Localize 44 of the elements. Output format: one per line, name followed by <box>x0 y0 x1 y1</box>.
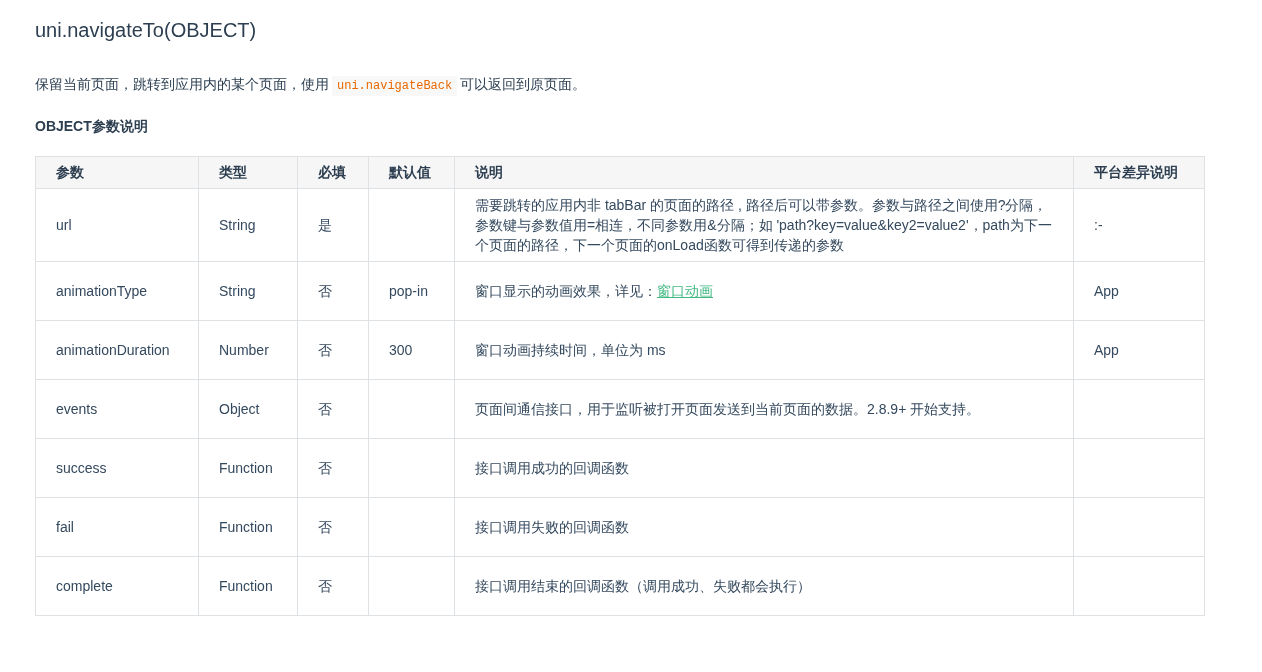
table-cell: 需要跳转的应用内非 tabBar 的页面的路径 , 路径后可以带参数。参数与路径之间使用?分隔，参数键与参数值用=相连，不同参数用&分隔；如 'path?key=value&key2=value2'，path为下一个页面的路径，下一个页面的onLoad函数可得到传递的参数 <box>454 188 1074 262</box>
table-cell: App <box>1073 261 1205 321</box>
table-cell: animationDuration <box>35 320 199 380</box>
table-cell: String <box>198 261 298 321</box>
table-cell: 300 <box>368 320 455 380</box>
table-cell: success <box>35 438 199 498</box>
intro-text: 保留当前页面，跳转到应用内的某个页面，使用 uni.navigateBack 可以返回到原页面。 <box>35 72 1205 98</box>
table-cell: 页面间通信接口，用于监听被打开页面发送到当前页面的数据。2.8.9+ 开始支持。 <box>454 379 1074 439</box>
table-cell: Object <box>198 379 298 439</box>
column-header: 必填 <box>297 156 369 189</box>
table-cell: App <box>1073 320 1205 380</box>
table-cell: String <box>198 188 298 262</box>
column-header: 说明 <box>454 156 1074 189</box>
table-cell: :- <box>1073 188 1205 262</box>
table-cell: Function <box>198 556 298 616</box>
table-cell: 是 <box>297 188 369 262</box>
table-cell: url <box>35 188 199 262</box>
table-cell: complete <box>35 556 199 616</box>
table-cell: 否 <box>297 556 369 616</box>
table-cell: 否 <box>297 261 369 321</box>
table-cell: 接口调用成功的回调函数 <box>454 438 1074 498</box>
table-cell: 接口调用结束的回调函数（调用成功、失败都会执行） <box>454 556 1074 616</box>
table-cell: 否 <box>297 379 369 439</box>
table-cell: 否 <box>297 497 369 557</box>
table-cell: 窗口动画持续时间，单位为 ms <box>454 320 1074 380</box>
code-snippet: uni.navigateBack <box>332 76 458 96</box>
column-header: 默认值 <box>368 156 455 189</box>
column-header: 参数 <box>35 156 199 189</box>
page-title: uni.navigateTo(OBJECT) <box>35 18 258 43</box>
column-header: 类型 <box>198 156 298 189</box>
table-cell: fail <box>35 497 199 557</box>
link[interactable]: 窗口动画 <box>657 283 713 299</box>
table-cell: animationType <box>35 261 199 321</box>
table-cell: events <box>35 379 199 439</box>
table-cell: 窗口显示的动画效果，详见：窗口动画 <box>475 283 713 299</box>
table-cell: Number <box>198 320 298 380</box>
table-cell: 否 <box>297 438 369 498</box>
table-cell: Function <box>198 438 298 498</box>
table-cell: 否 <box>297 320 369 380</box>
section-heading: OBJECT参数说明 <box>35 118 149 136</box>
table-cell: pop-in <box>368 261 455 321</box>
table-cell: 接口调用失败的回调函数 <box>454 497 1074 557</box>
column-header: 平台差异说明 <box>1073 156 1205 189</box>
table-cell: Function <box>198 497 298 557</box>
